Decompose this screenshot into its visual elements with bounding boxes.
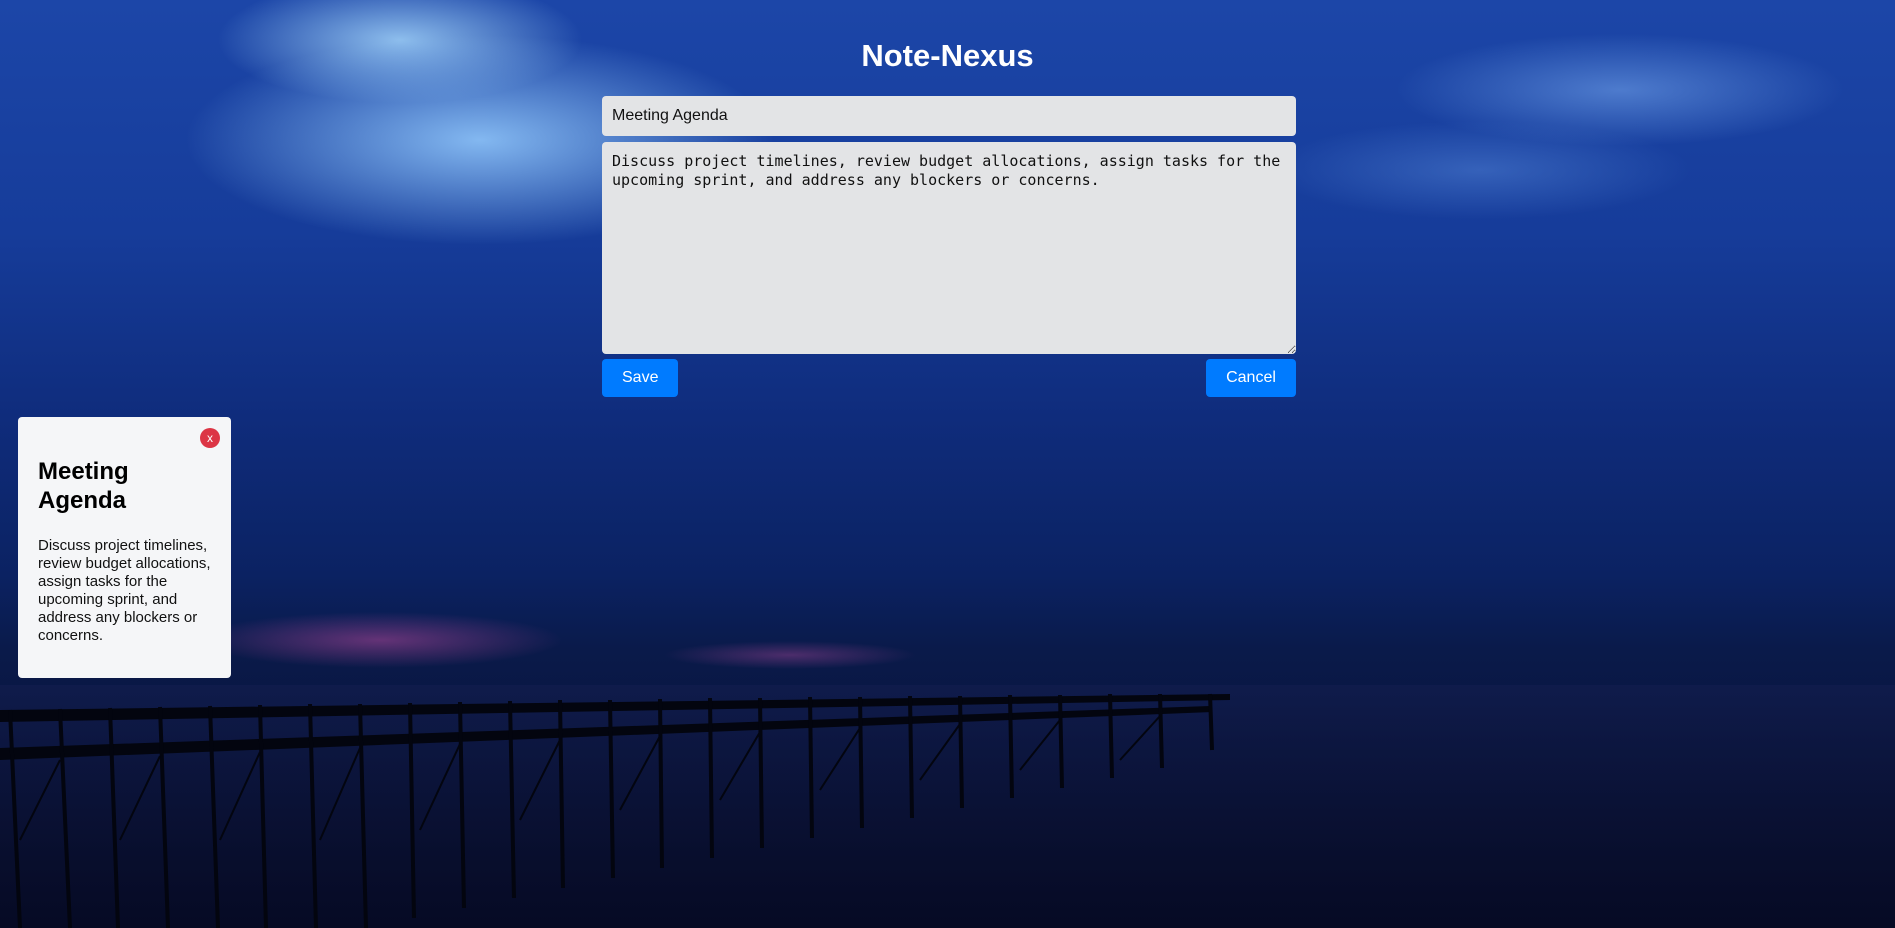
close-icon[interactable]: x: [200, 428, 220, 448]
note-card-body: Discuss project timelines, review budget…: [38, 537, 211, 644]
note-editor: Discuss project timelines, review budget…: [602, 96, 1296, 397]
editor-actions: Save Cancel: [602, 359, 1296, 397]
page-title: Note-Nexus: [861, 38, 1034, 73]
cancel-button[interactable]: Cancel: [1206, 359, 1296, 397]
pier-silhouette: [0, 693, 1230, 928]
note-card[interactable]: x Meeting Agenda Discuss project timelin…: [18, 417, 231, 678]
note-body-textarea[interactable]: Discuss project timelines, review budget…: [602, 142, 1296, 354]
save-button[interactable]: Save: [602, 359, 678, 397]
note-card-title: Meeting Agenda: [38, 458, 129, 514]
note-title-input[interactable]: [602, 96, 1296, 136]
